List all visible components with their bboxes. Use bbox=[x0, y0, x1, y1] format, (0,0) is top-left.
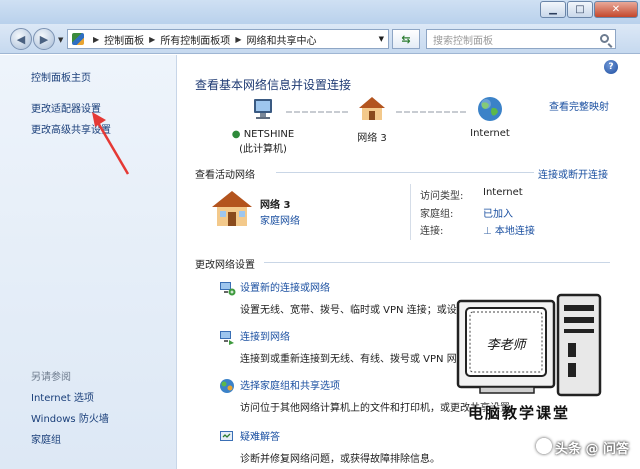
watermark-brand: 头条 @ 问答 bbox=[555, 442, 630, 457]
computer-sub: (此计算机) bbox=[239, 144, 287, 155]
new-connection-icon bbox=[220, 282, 236, 296]
sidebar-item-home[interactable]: 控制面板主页 bbox=[31, 69, 91, 84]
sidebar-item-homegroup[interactable]: 家庭组 bbox=[31, 431, 61, 446]
window-controls: ▁ □ ✕ bbox=[539, 1, 638, 18]
back-button[interactable]: ◀ bbox=[10, 28, 32, 50]
divider bbox=[264, 262, 610, 263]
forward-button[interactable]: ▶ bbox=[33, 28, 55, 50]
maximize-button[interactable]: □ bbox=[567, 1, 593, 18]
chevron-right-icon[interactable]: ▶ bbox=[93, 35, 99, 44]
red-arrow-annotation bbox=[92, 112, 130, 175]
access-type-value: Internet bbox=[483, 187, 523, 198]
sidebar-item-internet-options[interactable]: Internet 选项 bbox=[31, 389, 94, 404]
breadcrumb-all-items[interactable]: 所有控制面板项 bbox=[160, 32, 230, 47]
network-adapter-icon: ⊥ bbox=[483, 226, 492, 237]
map-computer[interactable]: ● NETSHINE (此计算机) bbox=[218, 96, 308, 155]
house-icon bbox=[359, 97, 385, 120]
recent-pages-dropdown[interactable]: ▼ bbox=[58, 36, 63, 44]
breadcrumb-network-center[interactable]: 网络和共享中心 bbox=[246, 32, 316, 47]
house-icon bbox=[212, 191, 252, 226]
breadcrumb-control-panel[interactable]: 控制面板 bbox=[104, 32, 144, 47]
watermark-screen-text: 李老师 bbox=[486, 338, 527, 353]
title-bar: ▁ □ ✕ bbox=[0, 0, 640, 24]
breadcrumb[interactable]: ▶ 控制面板 ▶ 所有控制面板项 ▶ 网络和共享中心 ▼ bbox=[67, 29, 389, 49]
chevron-right-icon[interactable]: ▶ bbox=[235, 35, 241, 44]
refresh-button[interactable]: ⇆ bbox=[392, 29, 420, 49]
search-placeholder: 搜索控制面板 bbox=[433, 35, 493, 47]
connect-network-icon bbox=[220, 331, 234, 345]
active-network-panel: 网络 3 家庭网络 访问类型: Internet 家庭组: 已加入 连接: ⊥ … bbox=[195, 182, 610, 246]
map-network[interactable]: 网络 3 bbox=[346, 96, 398, 144]
computer-icon bbox=[254, 99, 272, 119]
task-troubleshoot-desc: 诊断并修复网络问题，或获得故障排除信息。 bbox=[240, 454, 440, 465]
map-internet[interactable]: Internet bbox=[464, 95, 516, 139]
troubleshoot-icon bbox=[220, 431, 233, 441]
active-network-type-link[interactable]: 家庭网络 bbox=[260, 212, 300, 227]
homegroup-icon bbox=[220, 379, 234, 393]
globe-icon bbox=[478, 97, 502, 121]
connection-label: 连接: bbox=[420, 226, 444, 237]
homegroup-label: 家庭组: bbox=[420, 209, 454, 220]
change-settings-heading: 更改网络设置 bbox=[195, 260, 255, 271]
refresh-icon: ⇆ bbox=[401, 32, 411, 46]
see-also-heading: 另请参阅 bbox=[31, 372, 71, 383]
page-title: 查看基本网络信息并设置连接 bbox=[195, 78, 352, 92]
task-troubleshoot[interactable]: 疑难解答 诊断并修复网络问题，或获得故障排除信息。 bbox=[220, 428, 440, 465]
globe-small-icon: ● bbox=[231, 129, 241, 140]
brand-logo-icon bbox=[536, 438, 552, 454]
search-icon[interactable] bbox=[600, 34, 609, 43]
internet-label: Internet bbox=[470, 128, 510, 139]
arrow-left-icon: ◀ bbox=[16, 32, 26, 46]
map-line-right bbox=[396, 111, 466, 113]
computer-name: NETSHINE bbox=[243, 129, 295, 140]
active-network-name: 网络 3 bbox=[260, 200, 291, 211]
network-name: 网络 3 bbox=[357, 133, 387, 144]
search-input[interactable]: 搜索控制面板 bbox=[426, 29, 616, 49]
active-network-heading: 查看活动网络 bbox=[195, 170, 255, 181]
address-bar: ◀ ▶ ▼ ▶ 控制面板 ▶ 所有控制面板项 ▶ 网络和共享中心 ▼ ⇆ 搜索控… bbox=[0, 24, 640, 54]
local-connection-link[interactable]: ⊥ 本地连接 bbox=[483, 222, 535, 237]
computer-watermark: 李老师 bbox=[456, 293, 602, 397]
homegroup-link[interactable]: 已加入 bbox=[483, 205, 513, 220]
see-full-map-link[interactable]: 查看完整映射 bbox=[549, 98, 609, 113]
arrow-right-icon: ▶ bbox=[39, 32, 49, 46]
chevron-right-icon[interactable]: ▶ bbox=[149, 35, 155, 44]
watermark-title: 电脑教学课堂 bbox=[468, 404, 571, 422]
sidebar-item-firewall[interactable]: Windows 防火墙 bbox=[31, 410, 109, 425]
chevron-down-icon[interactable]: ▼ bbox=[379, 35, 384, 43]
connect-disconnect-link[interactable]: 连接或断开连接 bbox=[538, 166, 608, 181]
control-panel-icon bbox=[72, 33, 84, 45]
task-troubleshoot-title[interactable]: 疑难解答 bbox=[240, 428, 440, 443]
divider bbox=[410, 184, 411, 240]
divider bbox=[276, 172, 534, 173]
help-icon[interactable]: ? bbox=[604, 60, 618, 74]
access-type-label: 访问类型: bbox=[420, 191, 464, 202]
sidebar: 控制面板主页 更改适配器设置 更改高级共享设置 另请参阅 Internet 选项… bbox=[0, 55, 177, 469]
close-button[interactable]: ✕ bbox=[594, 1, 638, 18]
minimize-button[interactable]: ▁ bbox=[540, 1, 566, 18]
